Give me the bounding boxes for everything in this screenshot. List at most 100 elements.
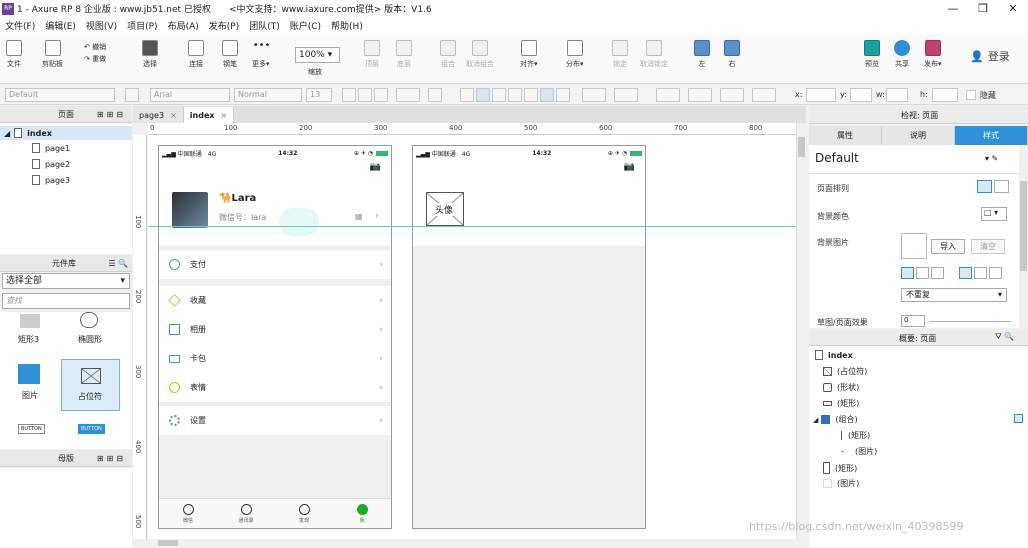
menu-view[interactable]: 视图(V) (81, 19, 122, 32)
share-button[interactable]: 共享 (894, 40, 910, 69)
menu-item-card[interactable]: 卡包 › (159, 344, 391, 373)
tab-page3[interactable]: page3 × (133, 107, 184, 123)
menu-item-settings[interactable]: 设置 › (159, 406, 391, 435)
bg-align-icon[interactable] (959, 267, 972, 279)
design-canvas[interactable]: ▂▄▆ 中国联通 4G 14:32 ⊕ ✈ ◔ 📷 🐪Lara 微信号：lara… (148, 135, 796, 539)
font-select[interactable]: Arial (150, 88, 230, 102)
bg-align-icon[interactable] (974, 267, 987, 279)
hidden-checkbox[interactable] (966, 90, 976, 100)
more-button[interactable]: ••• 更多▾ (252, 40, 270, 69)
bold-icon[interactable] (342, 88, 356, 102)
page-page3[interactable]: page3 (32, 175, 70, 185)
scrollbar-thumb[interactable] (158, 540, 178, 546)
page-index[interactable]: ◢ index (0, 126, 132, 140)
outline-item[interactable]: (矩形) (823, 462, 857, 474)
align-button[interactable]: 对齐▾ (520, 40, 538, 69)
filter-icon[interactable]: ⛛ 🔍 (995, 332, 1014, 342)
italic-icon[interactable] (358, 88, 372, 102)
placeholder-widget[interactable]: 占位符 (61, 359, 120, 411)
outline-group[interactable]: ◢ (组合) (813, 414, 858, 425)
pen-tool[interactable]: 钢笔 (222, 40, 238, 69)
tab-style[interactable]: 样式 (955, 126, 1028, 145)
menu-edit[interactable]: 编辑(E) (40, 19, 81, 32)
button-widget-icon[interactable]: BUTTON (18, 424, 45, 434)
valign-middle-icon[interactable] (540, 88, 554, 102)
menu-item-favorites[interactable]: 收藏 › (159, 286, 391, 315)
phone-frame-draft[interactable]: ▂▄▆ 中国联通 4G 14:32 ⊕ ✈ ◔ 📷 头像 (412, 145, 646, 529)
minimize-icon[interactable]: — (938, 2, 968, 15)
align-right-icon[interactable] (492, 88, 506, 102)
tabbar-item-contacts[interactable]: 通讯录 (217, 499, 275, 528)
inspector-scrollbar[interactable] (1019, 145, 1028, 328)
align-justify-icon[interactable] (508, 88, 522, 102)
lock-button[interactable]: 锁定 (612, 40, 628, 69)
clear-button[interactable]: 清空 (971, 239, 1005, 254)
right-button[interactable]: 右 (724, 40, 740, 69)
undo-button[interactable]: ↶ 撤销 (84, 42, 106, 52)
y-field[interactable] (850, 88, 872, 102)
unlock-button[interactable]: 取消锁定 (640, 40, 668, 69)
menu-help[interactable]: 帮助(H) (326, 19, 368, 32)
style-manager-icon[interactable] (125, 88, 139, 102)
bullet-list-icon[interactable] (428, 88, 442, 102)
horizontal-scrollbar[interactable] (148, 539, 796, 548)
page-actions-icon[interactable]: ⊞⊞⊟ (97, 110, 126, 119)
tabbar-item-chats[interactable]: 微信 (159, 499, 217, 528)
line-color-icon[interactable] (656, 88, 680, 102)
horizontal-guide[interactable] (148, 226, 796, 227)
valign-top-icon[interactable] (524, 88, 538, 102)
line-width-icon[interactable] (688, 88, 712, 102)
group-button[interactable]: 组合 (440, 40, 456, 69)
master-actions-icon[interactable]: ⊞⊞⊟ (97, 454, 126, 463)
publish-button[interactable]: 发布▾ (924, 40, 942, 69)
menu-project[interactable]: 项目(P) (122, 19, 162, 32)
style-dropdown-icon[interactable]: ▾ ✎ (985, 154, 998, 163)
import-button[interactable]: 导入 (931, 239, 965, 254)
bg-align-icon[interactable] (901, 267, 914, 279)
outline-item[interactable]: (矩形) (841, 430, 870, 441)
align-left-page-icon[interactable] (977, 180, 992, 193)
close-icon[interactable]: × (170, 111, 177, 120)
file-button[interactable]: 文件 (6, 40, 22, 69)
select-tool[interactable]: 选择 (142, 40, 158, 69)
scrollbar-thumb[interactable] (1020, 181, 1027, 271)
page-page2[interactable]: page2 (32, 159, 70, 169)
font-size-select[interactable]: 13 (306, 88, 332, 102)
fill-color-icon[interactable] (582, 88, 606, 102)
left-button[interactable]: 左 (694, 40, 710, 69)
close-icon[interactable]: ✕ (998, 2, 1028, 15)
restore-icon[interactable]: ❐ (968, 2, 998, 15)
library-search-input[interactable]: 查找 (2, 293, 130, 309)
outline-item[interactable]: (形状) (823, 382, 859, 393)
camera-icon[interactable]: 📷 (624, 162, 635, 172)
x-field[interactable] (806, 88, 836, 102)
scrollbar-thumb[interactable] (798, 137, 805, 157)
ellipse-icon[interactable] (80, 312, 98, 328)
underline-icon[interactable] (374, 88, 388, 102)
phone-frame-me[interactable]: ▂▄▆ 中国联通 4G 14:32 ⊕ ✈ ◔ 📷 🐪Lara 微信号：lara… (158, 145, 392, 529)
bg-color-picker[interactable]: □ ▾ (981, 207, 1007, 221)
library-select[interactable]: 选择全部 ▾ (2, 273, 130, 289)
clipboard-button[interactable]: 剪贴板 (42, 40, 63, 69)
distribute-button[interactable]: 分布▾ (566, 40, 584, 69)
qrcode-icon[interactable]: ▦ (355, 212, 363, 221)
bg-align-icon[interactable] (989, 267, 1002, 279)
menu-item-emoji[interactable]: 表情 › (159, 373, 391, 402)
primary-button-widget-icon[interactable]: BUTTON (78, 424, 105, 434)
tabbar-item-me[interactable]: 我 (333, 499, 391, 528)
preview-button[interactable]: 预览 (864, 40, 880, 69)
menu-layout[interactable]: 布局(A) (163, 19, 204, 32)
login-button[interactable]: 👤 登录 (970, 48, 1010, 64)
library-menu-icon[interactable]: ☰ 🔍 (108, 259, 128, 268)
menu-item-album[interactable]: 相册 › (159, 315, 391, 344)
outline-item[interactable]: - (图片) (841, 446, 877, 457)
page-style-name[interactable]: Default (815, 151, 859, 165)
sketch-slider[interactable] (929, 321, 1011, 322)
align-center-page-icon[interactable] (994, 180, 1009, 193)
h-field[interactable] (932, 88, 958, 102)
tab-index[interactable]: index × (183, 107, 235, 123)
font-color-icon[interactable] (396, 88, 420, 102)
outline-item[interactable]: (矩形) (823, 398, 859, 409)
weight-select[interactable]: Normal (234, 88, 302, 102)
tabbar-item-discover[interactable]: 发现 (275, 499, 333, 528)
